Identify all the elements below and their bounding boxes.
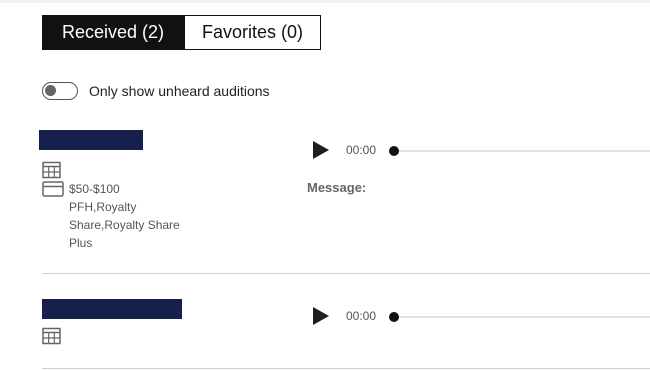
tab-favorites[interactable]: Favorites (0) — [184, 15, 321, 50]
audio-player: 00:00 — [312, 306, 650, 326]
budget-info: $50-$100 PFH,Royalty Share,Royalty Share… — [69, 180, 194, 252]
audio-time: 00:00 — [346, 309, 377, 323]
top-border — [0, 0, 650, 3]
audio-scrubber[interactable] — [389, 312, 399, 322]
audio-track[interactable] — [394, 316, 650, 318]
budget-block: $50-$100 PFH,Royalty Share,Royalty Share… — [42, 180, 194, 252]
toggle-knob — [45, 85, 56, 96]
audio-time: 00:00 — [346, 143, 377, 157]
audio-scrubber[interactable] — [389, 146, 399, 156]
play-icon[interactable] — [312, 140, 330, 160]
divider — [42, 368, 650, 369]
unheard-toggle[interactable] — [42, 82, 78, 100]
redacted-name-bar — [39, 130, 143, 150]
divider — [42, 273, 650, 274]
tab-received[interactable]: Received (2) — [42, 15, 184, 50]
date-row — [42, 327, 64, 345]
audio-player: 00:00 — [312, 140, 650, 160]
rights-list: PFH,Royalty Share,Royalty Share Plus — [69, 200, 180, 250]
price-range: $50-$100 — [69, 182, 120, 196]
audition-tabs: Received (2) Favorites (0) — [42, 15, 321, 50]
play-icon[interactable] — [312, 306, 330, 326]
unheard-filter: Only show unheard auditions — [42, 82, 270, 100]
calendar-icon — [42, 327, 61, 345]
redacted-name-bar — [42, 299, 182, 319]
card-icon — [42, 181, 64, 197]
unheard-toggle-label: Only show unheard auditions — [89, 83, 270, 99]
message-label: Message: — [307, 180, 367, 195]
date-row — [42, 161, 64, 179]
calendar-icon — [42, 161, 61, 179]
audio-track[interactable] — [394, 150, 650, 152]
